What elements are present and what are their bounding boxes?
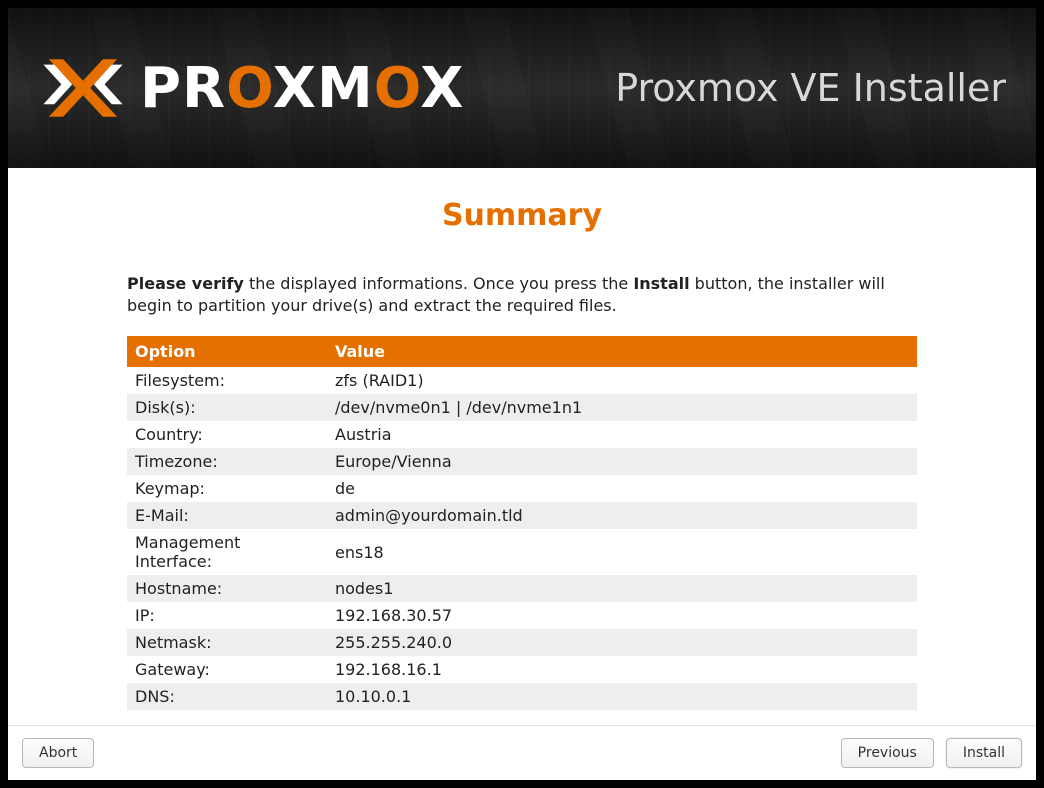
- table-row: Disk(s):/dev/nvme0n1 | /dev/nvme1n1: [127, 394, 917, 421]
- option-cell: IP:: [127, 602, 327, 629]
- table-row: Filesystem:zfs (RAID1): [127, 367, 917, 394]
- page-title: Summary: [8, 198, 1036, 233]
- table-row: E-Mail:admin@yourdomain.tld: [127, 502, 917, 529]
- table-row: Keymap:de: [127, 475, 917, 502]
- option-cell: Gateway:: [127, 656, 327, 683]
- logo-text: PROXMOX: [140, 56, 464, 121]
- logo: PROXMOX: [38, 43, 464, 133]
- value-cell: de: [327, 475, 917, 502]
- table-row: Country:Austria: [127, 421, 917, 448]
- option-cell: E-Mail:: [127, 502, 327, 529]
- value-cell: ens18: [327, 529, 917, 575]
- option-cell: Disk(s):: [127, 394, 327, 421]
- value-cell: zfs (RAID1): [327, 367, 917, 394]
- option-cell: DNS:: [127, 683, 327, 710]
- table-row: DNS:10.10.0.1: [127, 683, 917, 710]
- summary-table: Option Value Filesystem:zfs (RAID1)Disk(…: [127, 336, 917, 710]
- header-banner: PROXMOX Proxmox VE Installer: [8, 8, 1036, 168]
- table-row: IP:192.168.30.57: [127, 602, 917, 629]
- option-cell: Management Interface:: [127, 529, 327, 575]
- table-header-value: Value: [327, 336, 917, 367]
- content-area: Summary Please verify the displayed info…: [8, 168, 1036, 725]
- table-row: Netmask:255.255.240.0: [127, 629, 917, 656]
- table-row: Management Interface:ens18: [127, 529, 917, 575]
- value-cell: Austria: [327, 421, 917, 448]
- table-row: Timezone:Europe/Vienna: [127, 448, 917, 475]
- footer-bar: Abort Previous Install: [8, 725, 1036, 780]
- value-cell: 192.168.16.1: [327, 656, 917, 683]
- value-cell: /dev/nvme0n1 | /dev/nvme1n1: [327, 394, 917, 421]
- value-cell: 192.168.30.57: [327, 602, 917, 629]
- intro-text: Please verify the displayed informations…: [127, 273, 917, 316]
- option-cell: Country:: [127, 421, 327, 448]
- value-cell: 10.10.0.1: [327, 683, 917, 710]
- install-button[interactable]: Install: [946, 738, 1022, 768]
- option-cell: Netmask:: [127, 629, 327, 656]
- proxmox-x-icon: [38, 43, 128, 133]
- installer-window: PROXMOX Proxmox VE Installer Summary Ple…: [8, 8, 1036, 780]
- table-row: Hostname:nodes1: [127, 575, 917, 602]
- value-cell: 255.255.240.0: [327, 629, 917, 656]
- table-row: Gateway:192.168.16.1: [127, 656, 917, 683]
- table-header-option: Option: [127, 336, 327, 367]
- previous-button[interactable]: Previous: [841, 738, 934, 768]
- option-cell: Filesystem:: [127, 367, 327, 394]
- value-cell: Europe/Vienna: [327, 448, 917, 475]
- option-cell: Hostname:: [127, 575, 327, 602]
- option-cell: Timezone:: [127, 448, 327, 475]
- header-title: Proxmox VE Installer: [615, 66, 1006, 110]
- abort-button[interactable]: Abort: [22, 738, 94, 768]
- value-cell: nodes1: [327, 575, 917, 602]
- value-cell: admin@yourdomain.tld: [327, 502, 917, 529]
- option-cell: Keymap:: [127, 475, 327, 502]
